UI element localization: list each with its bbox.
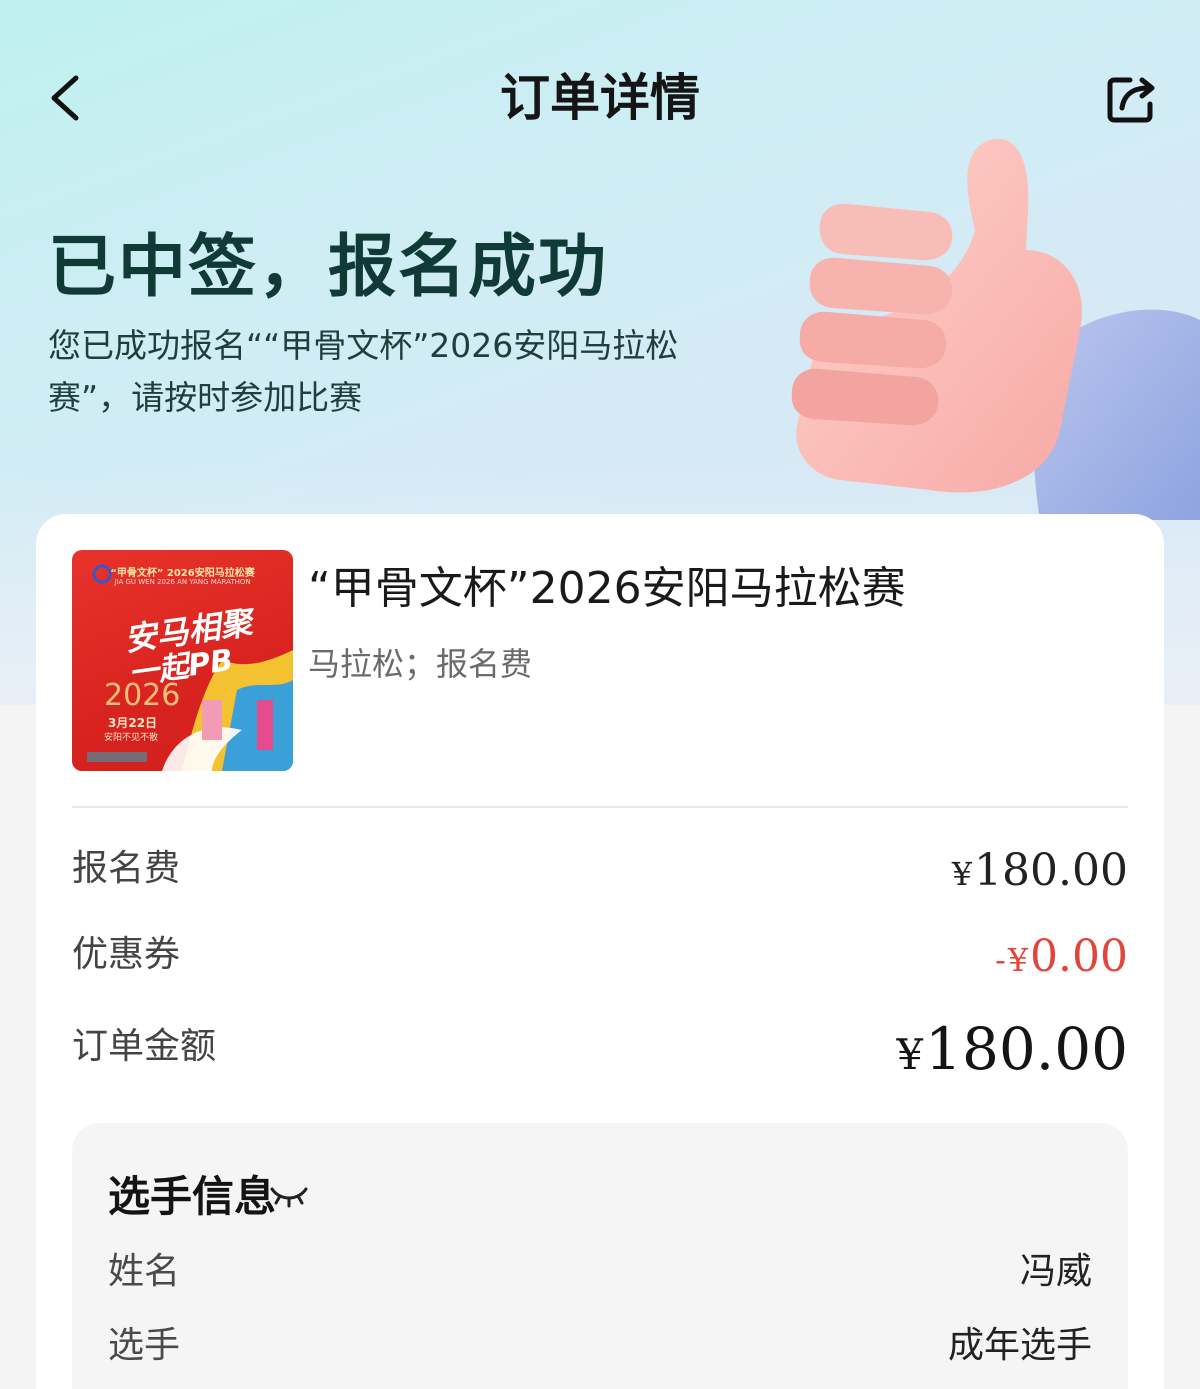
divider: [72, 806, 1128, 808]
currency-symbol: ¥: [951, 857, 973, 893]
poster-tagline: 安阳不见不散: [104, 733, 159, 743]
currency-symbol: ¥: [896, 1030, 924, 1079]
coupon-label: 优惠券: [72, 934, 181, 975]
page-title: 订单详情: [500, 69, 700, 127]
registration-fee-value: ¥180.00: [952, 844, 1128, 902]
participant-info-section: 选手信息 姓名 冯威 选手 成年选手: [72, 1123, 1128, 1389]
coupon-value[interactable]: -¥0.00: [995, 930, 1128, 988]
registration-fee-label: 报名费: [72, 848, 181, 889]
order-total-label: 订单金额: [72, 1026, 217, 1067]
name-value: 冯威: [1019, 1251, 1092, 1292]
amount: 180.00: [925, 1015, 1128, 1083]
participant-type-label: 选手: [108, 1325, 181, 1366]
participant-type-value: 成年选手: [947, 1325, 1092, 1366]
amount: 180.00: [974, 845, 1128, 896]
poster-date: 3月22日: [108, 716, 158, 730]
participant-info-title: 选手信息: [108, 1172, 277, 1221]
order-card: “甲骨文杯” 2026安阳马拉松赛 JIA GU WEN 2026 AN YAN…: [36, 514, 1164, 1389]
currency-symbol: ¥: [1007, 943, 1029, 979]
order-detail-page: 订单详情 已中签，报名成功 您已成功报名““甲骨文杯”2026安阳马拉松赛”，请…: [0, 0, 1200, 1389]
poster-top-text: “甲骨文杯” 2026安阳马拉松赛: [110, 568, 255, 579]
amount: 0.00: [1030, 931, 1128, 982]
thumbs-up-illustration: [791, 138, 1200, 520]
poster-year: 2026: [104, 678, 181, 713]
status-title: 已中签，报名成功: [48, 228, 609, 307]
event-meta: 马拉松；报名费: [308, 645, 533, 683]
share-icon[interactable]: [1100, 68, 1164, 132]
eye-closed-icon[interactable]: [268, 1181, 310, 1211]
status-description: 您已成功报名““甲骨文杯”2026安阳马拉松赛”，请按时参加比赛: [48, 326, 679, 417]
order-total-value: ¥180.00: [896, 1014, 1128, 1090]
name-label: 姓名: [108, 1251, 181, 1292]
minus-sign: -: [995, 943, 1006, 979]
event-poster[interactable]: “甲骨文杯” 2026安阳马拉松赛 JIA GU WEN 2026 AN YAN…: [72, 550, 293, 771]
event-title[interactable]: “甲骨文杯”2026安阳马拉松赛: [308, 554, 906, 624]
poster-sub-text: JIA GU WEN 2026 AN YANG MARATHON: [114, 578, 251, 586]
